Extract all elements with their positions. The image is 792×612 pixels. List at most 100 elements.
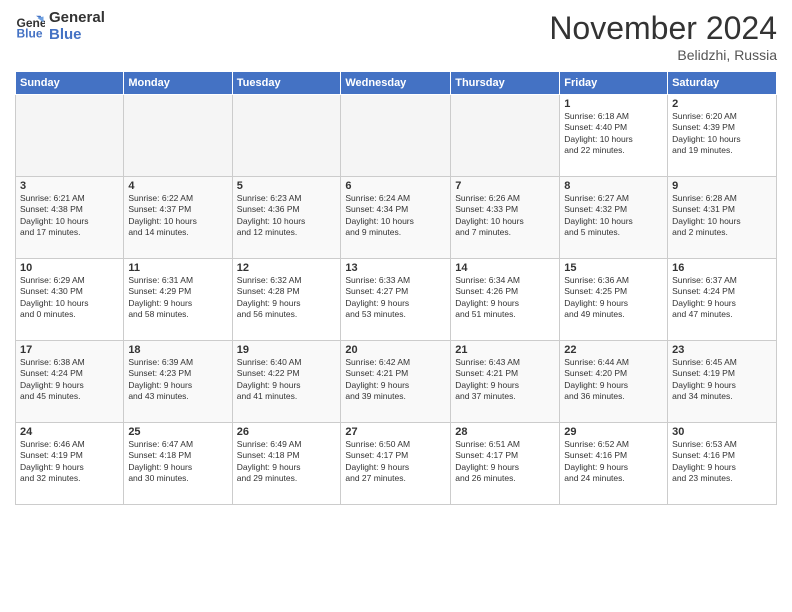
day-info: Sunrise: 6:44 AM Sunset: 4:20 PM Dayligh… [564, 357, 663, 403]
day-cell-2-4: 14Sunrise: 6:34 AM Sunset: 4:26 PM Dayli… [451, 259, 560, 341]
day-cell-0-3 [341, 95, 451, 177]
day-cell-2-3: 13Sunrise: 6:33 AM Sunset: 4:27 PM Dayli… [341, 259, 451, 341]
day-number: 25 [128, 426, 227, 438]
day-number: 29 [564, 426, 663, 438]
header-wednesday: Wednesday [341, 72, 451, 95]
day-cell-2-2: 12Sunrise: 6:32 AM Sunset: 4:28 PM Dayli… [232, 259, 341, 341]
day-number: 20 [345, 344, 446, 356]
day-cell-3-1: 18Sunrise: 6:39 AM Sunset: 4:23 PM Dayli… [124, 341, 232, 423]
day-number: 21 [455, 344, 555, 356]
header-friday: Friday [560, 72, 668, 95]
day-info: Sunrise: 6:29 AM Sunset: 4:30 PM Dayligh… [20, 275, 119, 321]
day-number: 30 [672, 426, 772, 438]
day-cell-2-5: 15Sunrise: 6:36 AM Sunset: 4:25 PM Dayli… [560, 259, 668, 341]
week-row-1: 1Sunrise: 6:18 AM Sunset: 4:40 PM Daylig… [16, 95, 777, 177]
location: Belidzhi, Russia [549, 47, 777, 63]
day-cell-3-0: 17Sunrise: 6:38 AM Sunset: 4:24 PM Dayli… [16, 341, 124, 423]
day-number: 11 [128, 262, 227, 274]
day-info: Sunrise: 6:43 AM Sunset: 4:21 PM Dayligh… [455, 357, 555, 403]
day-info: Sunrise: 6:46 AM Sunset: 4:19 PM Dayligh… [20, 439, 119, 485]
calendar-table: Sunday Monday Tuesday Wednesday Thursday… [15, 71, 777, 505]
day-number: 1 [564, 98, 663, 110]
week-row-5: 24Sunrise: 6:46 AM Sunset: 4:19 PM Dayli… [16, 423, 777, 505]
day-number: 23 [672, 344, 772, 356]
day-cell-4-5: 29Sunrise: 6:52 AM Sunset: 4:16 PM Dayli… [560, 423, 668, 505]
day-number: 12 [237, 262, 337, 274]
day-cell-1-1: 4Sunrise: 6:22 AM Sunset: 4:37 PM Daylig… [124, 177, 232, 259]
week-row-4: 17Sunrise: 6:38 AM Sunset: 4:24 PM Dayli… [16, 341, 777, 423]
day-number: 7 [455, 180, 555, 192]
day-number: 22 [564, 344, 663, 356]
day-number: 28 [455, 426, 555, 438]
day-cell-1-3: 6Sunrise: 6:24 AM Sunset: 4:34 PM Daylig… [341, 177, 451, 259]
day-number: 13 [345, 262, 446, 274]
day-info: Sunrise: 6:34 AM Sunset: 4:26 PM Dayligh… [455, 275, 555, 321]
header-sunday: Sunday [16, 72, 124, 95]
day-number: 17 [20, 344, 119, 356]
day-cell-1-6: 9Sunrise: 6:28 AM Sunset: 4:31 PM Daylig… [668, 177, 777, 259]
day-number: 6 [345, 180, 446, 192]
month-title: November 2024 [549, 10, 777, 47]
day-cell-4-4: 28Sunrise: 6:51 AM Sunset: 4:17 PM Dayli… [451, 423, 560, 505]
day-cell-1-4: 7Sunrise: 6:26 AM Sunset: 4:33 PM Daylig… [451, 177, 560, 259]
day-cell-2-1: 11Sunrise: 6:31 AM Sunset: 4:29 PM Dayli… [124, 259, 232, 341]
day-info: Sunrise: 6:18 AM Sunset: 4:40 PM Dayligh… [564, 111, 663, 157]
day-cell-2-6: 16Sunrise: 6:37 AM Sunset: 4:24 PM Dayli… [668, 259, 777, 341]
day-number: 18 [128, 344, 227, 356]
day-cell-0-2 [232, 95, 341, 177]
day-cell-1-5: 8Sunrise: 6:27 AM Sunset: 4:32 PM Daylig… [560, 177, 668, 259]
header-thursday: Thursday [451, 72, 560, 95]
day-number: 2 [672, 98, 772, 110]
day-info: Sunrise: 6:42 AM Sunset: 4:21 PM Dayligh… [345, 357, 446, 403]
day-cell-4-2: 26Sunrise: 6:49 AM Sunset: 4:18 PM Dayli… [232, 423, 341, 505]
svg-text:Blue: Blue [17, 26, 43, 40]
day-info: Sunrise: 6:40 AM Sunset: 4:22 PM Dayligh… [237, 357, 337, 403]
day-number: 16 [672, 262, 772, 274]
logo-line2: Blue [49, 27, 105, 44]
day-info: Sunrise: 6:36 AM Sunset: 4:25 PM Dayligh… [564, 275, 663, 321]
day-info: Sunrise: 6:24 AM Sunset: 4:34 PM Dayligh… [345, 193, 446, 239]
day-number: 10 [20, 262, 119, 274]
day-info: Sunrise: 6:51 AM Sunset: 4:17 PM Dayligh… [455, 439, 555, 485]
day-info: Sunrise: 6:47 AM Sunset: 4:18 PM Dayligh… [128, 439, 227, 485]
day-info: Sunrise: 6:31 AM Sunset: 4:29 PM Dayligh… [128, 275, 227, 321]
title-section: November 2024 Belidzhi, Russia [549, 10, 777, 63]
day-info: Sunrise: 6:45 AM Sunset: 4:19 PM Dayligh… [672, 357, 772, 403]
week-row-2: 3Sunrise: 6:21 AM Sunset: 4:38 PM Daylig… [16, 177, 777, 259]
day-info: Sunrise: 6:37 AM Sunset: 4:24 PM Dayligh… [672, 275, 772, 321]
day-number: 15 [564, 262, 663, 274]
day-cell-0-4 [451, 95, 560, 177]
day-cell-4-0: 24Sunrise: 6:46 AM Sunset: 4:19 PM Dayli… [16, 423, 124, 505]
day-cell-3-6: 23Sunrise: 6:45 AM Sunset: 4:19 PM Dayli… [668, 341, 777, 423]
week-row-3: 10Sunrise: 6:29 AM Sunset: 4:30 PM Dayli… [16, 259, 777, 341]
day-info: Sunrise: 6:52 AM Sunset: 4:16 PM Dayligh… [564, 439, 663, 485]
logo: General Blue General Blue [15, 10, 105, 43]
header-monday: Monday [124, 72, 232, 95]
day-cell-0-5: 1Sunrise: 6:18 AM Sunset: 4:40 PM Daylig… [560, 95, 668, 177]
day-info: Sunrise: 6:32 AM Sunset: 4:28 PM Dayligh… [237, 275, 337, 321]
day-cell-3-3: 20Sunrise: 6:42 AM Sunset: 4:21 PM Dayli… [341, 341, 451, 423]
calendar-header-row: Sunday Monday Tuesday Wednesday Thursday… [16, 72, 777, 95]
logo-icon: General Blue [15, 12, 45, 42]
day-cell-0-1 [124, 95, 232, 177]
day-cell-4-6: 30Sunrise: 6:53 AM Sunset: 4:16 PM Dayli… [668, 423, 777, 505]
day-info: Sunrise: 6:50 AM Sunset: 4:17 PM Dayligh… [345, 439, 446, 485]
day-info: Sunrise: 6:21 AM Sunset: 4:38 PM Dayligh… [20, 193, 119, 239]
day-number: 4 [128, 180, 227, 192]
day-number: 26 [237, 426, 337, 438]
day-number: 14 [455, 262, 555, 274]
day-info: Sunrise: 6:28 AM Sunset: 4:31 PM Dayligh… [672, 193, 772, 239]
day-cell-3-4: 21Sunrise: 6:43 AM Sunset: 4:21 PM Dayli… [451, 341, 560, 423]
day-info: Sunrise: 6:38 AM Sunset: 4:24 PM Dayligh… [20, 357, 119, 403]
day-info: Sunrise: 6:49 AM Sunset: 4:18 PM Dayligh… [237, 439, 337, 485]
day-cell-3-2: 19Sunrise: 6:40 AM Sunset: 4:22 PM Dayli… [232, 341, 341, 423]
day-info: Sunrise: 6:27 AM Sunset: 4:32 PM Dayligh… [564, 193, 663, 239]
day-cell-4-1: 25Sunrise: 6:47 AM Sunset: 4:18 PM Dayli… [124, 423, 232, 505]
logo-line1: General [49, 10, 105, 27]
day-info: Sunrise: 6:20 AM Sunset: 4:39 PM Dayligh… [672, 111, 772, 157]
day-cell-3-5: 22Sunrise: 6:44 AM Sunset: 4:20 PM Dayli… [560, 341, 668, 423]
page: General Blue General Blue November 2024 … [0, 0, 792, 612]
day-cell-4-3: 27Sunrise: 6:50 AM Sunset: 4:17 PM Dayli… [341, 423, 451, 505]
day-cell-0-6: 2Sunrise: 6:20 AM Sunset: 4:39 PM Daylig… [668, 95, 777, 177]
day-info: Sunrise: 6:26 AM Sunset: 4:33 PM Dayligh… [455, 193, 555, 239]
